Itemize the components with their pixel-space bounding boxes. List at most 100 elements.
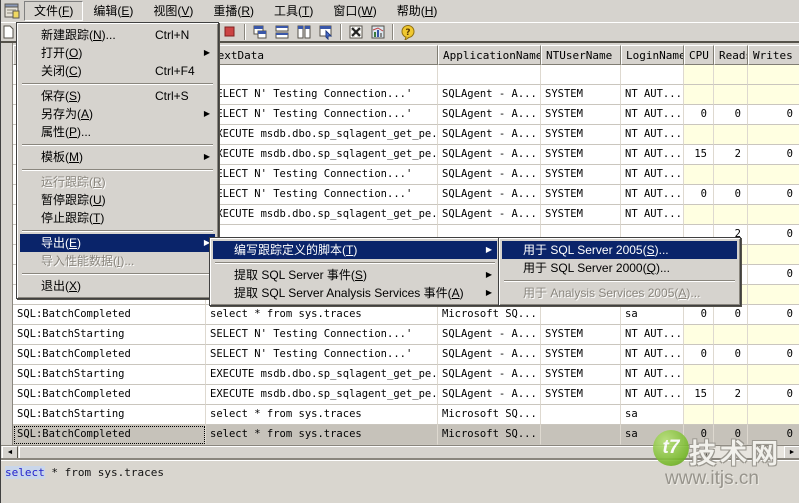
menu-separator	[20, 80, 215, 87]
cell-loginname: NT AUT...	[621, 325, 684, 345]
column-header[interactable]: TextData	[206, 45, 438, 65]
table-row[interactable]: SQL:BatchCompleted EXECUTE msdb.dbo.sp_s…	[13, 385, 799, 405]
menu-item-label: 编写跟踪定义的脚本(T)	[234, 243, 357, 257]
menu-item-label: 用于 Analysis Services 2005(A)...	[523, 286, 700, 300]
table-row[interactable]: SQL:BatchStarting SELECT N' Testing Conn…	[13, 325, 799, 345]
clear-trace-button[interactable]	[345, 23, 367, 41]
cell-writes: 0	[748, 105, 799, 125]
cell-reads: 0	[714, 105, 748, 125]
cascade-windows-button[interactable]	[249, 23, 271, 41]
menu-item[interactable]: 属性(P)...	[20, 123, 215, 141]
export-submenu: 编写跟踪定义的脚本(T) ▶ 提取 SQL Server 事件(S) ▶ 提取 …	[209, 237, 501, 306]
column-header[interactable]: CPU	[684, 45, 714, 65]
menu-item[interactable]: 用于 SQL Server 2005(S)...	[502, 241, 737, 259]
menu-item[interactable]: 提取 SQL Server 事件(S) ▶	[213, 266, 497, 284]
tile-horizontal-button[interactable]	[271, 23, 293, 41]
menu-item[interactable]: 运行跟踪(R)	[20, 173, 215, 191]
cell-writes	[748, 65, 799, 85]
cell-cpu	[684, 165, 714, 185]
column-header[interactable]: Reads	[714, 45, 748, 65]
app-icon[interactable]	[4, 3, 20, 19]
menu-item[interactable]: 关闭(C) Ctrl+F4	[20, 62, 215, 80]
menu-item[interactable]: 编写跟踪定义的脚本(T) ▶	[213, 241, 497, 259]
menu-item[interactable]: 保存(S) Ctrl+S	[20, 87, 215, 105]
column-header[interactable]: Writes	[748, 45, 799, 65]
stop-trace-button[interactable]	[219, 23, 241, 41]
menu-item[interactable]: 导出(E) ▶	[20, 234, 215, 252]
new-trace-button[interactable]	[1, 23, 15, 41]
menu-item[interactable]: 用于 SQL Server 2000(Q)...	[502, 259, 737, 277]
menu-item[interactable]: 模板(M) ▶	[20, 148, 215, 166]
menubar-item[interactable]: 窗口(W)	[323, 1, 386, 21]
menubar-item[interactable]: 文件(F)	[24, 1, 83, 21]
cell-cpu	[684, 65, 714, 85]
menubar-item[interactable]: 编辑(E)	[83, 1, 143, 21]
file-menu: 新建跟踪(N)... Ctrl+N 打开(O) ▶ 关闭(C) Ctrl+F4 …	[16, 22, 219, 299]
table-row[interactable]: SQL:BatchStarting select * from sys.trac…	[13, 405, 799, 425]
cell-reads	[714, 65, 748, 85]
cell-loginname: NT AUT...	[621, 125, 684, 145]
menu-item[interactable]: 暂停跟踪(U)	[20, 191, 215, 209]
cell-textdata: EXECUTE msdb.dbo.sp_sqlagent_get_pe...	[206, 205, 438, 225]
menu-item[interactable]: 打开(O) ▶	[20, 44, 215, 62]
svg-text:?: ?	[405, 28, 410, 38]
cell-writes: 0	[748, 145, 799, 165]
cell-textdata	[206, 65, 438, 85]
tile-vertical-button[interactable]	[293, 23, 315, 41]
menu-item[interactable]: 用于 Analysis Services 2005(A)...	[502, 284, 737, 302]
table-row[interactable]: SQL:BatchCompleted select * from sys.tra…	[13, 425, 799, 445]
cell-eventclass: SQL:BatchStarting	[13, 365, 206, 385]
menu-item-label: 提取 SQL Server 事件(S)	[234, 268, 367, 282]
cell-writes	[748, 165, 799, 185]
submenu-arrow-icon: ▶	[204, 105, 210, 123]
menubar-item[interactable]: 帮助(H)	[387, 1, 448, 21]
cell-ntusername: SYSTEM	[541, 85, 621, 105]
menu-item[interactable]: 提取 SQL Server Analysis Services 事件(A) ▶	[213, 284, 497, 302]
menubar-item[interactable]: 视图(V)	[143, 1, 203, 21]
cell-writes	[748, 125, 799, 145]
cell-applicationname: SQLAgent - A...	[438, 365, 541, 385]
tile-vertical-icon	[296, 24, 312, 40]
menu-item[interactable]: 另存为(A) ▶	[20, 105, 215, 123]
cell-textdata: select * from sys.traces	[206, 305, 438, 325]
cell-reads: 0	[714, 185, 748, 205]
menubar-item[interactable]: 工具(T)	[264, 1, 323, 21]
cell-loginname: NT AUT...	[621, 205, 684, 225]
menubar-item[interactable]: 重播(R)	[203, 1, 264, 21]
cell-eventclass: SQL:BatchCompleted	[13, 425, 206, 445]
cell-applicationname: Microsoft SQ...	[438, 305, 541, 325]
cell-loginname: NT AUT...	[621, 85, 684, 105]
cell-reads: 0	[714, 345, 748, 365]
chart-button[interactable]	[367, 23, 389, 41]
column-header[interactable]: ApplicationName	[438, 45, 541, 65]
cell-applicationname: SQLAgent - A...	[438, 145, 541, 165]
cell-reads	[714, 165, 748, 185]
cell-applicationname: SQLAgent - A...	[438, 385, 541, 405]
menu-item[interactable]: 导入性能数据(I)...	[20, 252, 215, 270]
window-arrange-button[interactable]	[315, 23, 337, 41]
menu-item[interactable]: 新建跟踪(N)... Ctrl+N	[20, 26, 215, 44]
table-row[interactable]: SQL:BatchCompleted select * from sys.tra…	[13, 305, 799, 325]
cell-cpu	[684, 205, 714, 225]
column-header[interactable]: NTUserName	[541, 45, 621, 65]
horizontal-scrollbar[interactable]: ◄ ►	[1, 445, 799, 458]
menu-item[interactable]: 停止跟踪(T)	[20, 209, 215, 227]
menu-item[interactable]: 退出(X)	[20, 277, 215, 295]
cell-writes	[748, 205, 799, 225]
cell-textdata: EXECUTE msdb.dbo.sp_sqlagent_get_pe...	[206, 365, 438, 385]
cell-textdata: EXECUTE msdb.dbo.sp_sqlagent_get_pe...	[206, 145, 438, 165]
table-row[interactable]: SQL:BatchStarting EXECUTE msdb.dbo.sp_sq…	[13, 365, 799, 385]
cell-reads: 0	[714, 425, 748, 445]
cell-ntusername	[541, 305, 621, 325]
cell-textdata: SELECT N' Testing Connection...'	[206, 105, 438, 125]
column-header[interactable]: LoginName	[621, 45, 684, 65]
help-button[interactable]: ?	[397, 23, 419, 41]
cell-reads	[714, 205, 748, 225]
cell-eventclass: SQL:BatchCompleted	[13, 345, 206, 365]
menu-item-label: 运行跟踪(R)	[41, 175, 106, 189]
table-row[interactable]: SQL:BatchCompleted SELECT N' Testing Con…	[13, 345, 799, 365]
cell-textdata: select * from sys.traces	[206, 425, 438, 445]
stop-trace-icon	[222, 24, 238, 40]
menu-item-label: 模板(M)	[41, 150, 83, 164]
submenu-arrow-icon: ▶	[486, 241, 492, 259]
